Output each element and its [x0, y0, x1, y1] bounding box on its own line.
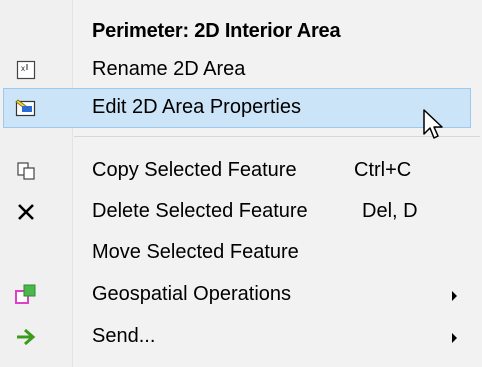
menu-item-shortcut: Del, D — [362, 200, 418, 222]
context-menu: Perimeter: 2D Interior Area x Rename 2D … — [0, 0, 482, 367]
menu-item-label: Move Selected Feature — [92, 241, 299, 263]
menu-header: Perimeter: 2D Interior Area — [0, 14, 482, 48]
svg-text:x: x — [21, 64, 25, 73]
menu-item-label: Geospatial Operations — [92, 283, 292, 305]
delete-x-icon — [14, 200, 38, 224]
menu-item-copy-selected-feature[interactable]: Copy Selected Feature Ctrl+C — [0, 151, 482, 191]
edit-area-properties-icon — [14, 96, 38, 120]
menu-item-label: Edit 2D Area Properties — [92, 96, 301, 118]
copy-icon — [14, 159, 38, 183]
menu-item-geospatial-operations[interactable]: Geospatial Operations — [0, 275, 482, 315]
send-arrow-icon — [14, 325, 38, 349]
menu-item-label: Rename 2D Area — [92, 58, 246, 80]
mouse-pointer-icon — [422, 108, 448, 142]
menu-item-shortcut: Ctrl+C — [354, 159, 412, 181]
menu-item-label: Copy Selected Feature — [92, 159, 297, 181]
submenu-arrow-icon — [452, 291, 457, 301]
menu-item-send[interactable]: Send... — [0, 317, 482, 357]
menu-item-label: Delete Selected Feature — [92, 200, 308, 222]
menu-header-label: Perimeter: 2D Interior Area — [92, 20, 341, 42]
rename-area-icon: x — [14, 58, 38, 82]
geospatial-operations-icon — [14, 283, 38, 307]
menu-item-label: Send... — [92, 325, 156, 347]
menu-separator — [74, 136, 480, 137]
menu-item-rename-2d-area[interactable]: x Rename 2D Area — [0, 50, 482, 90]
menu-item-edit-2d-area-properties[interactable]: Edit 2D Area Properties — [0, 88, 482, 128]
submenu-arrow-icon — [452, 333, 457, 343]
menu-item-move-selected-feature[interactable]: Move Selected Feature — [0, 233, 482, 273]
menu-item-delete-selected-feature[interactable]: Delete Selected Feature Del, D — [0, 192, 482, 232]
